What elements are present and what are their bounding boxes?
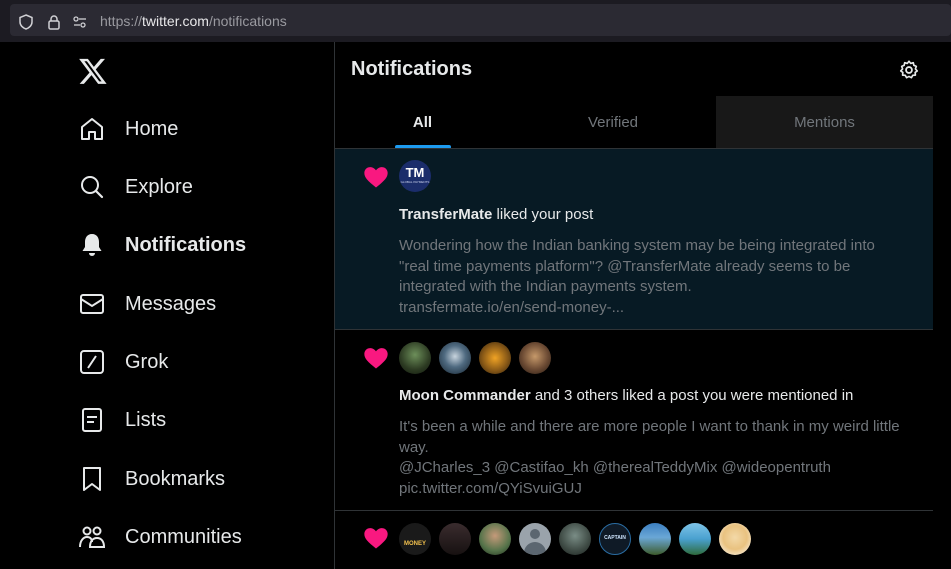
- envelope-icon: [80, 294, 104, 314]
- heart-icon: [364, 528, 388, 549]
- sidebar-item-grok[interactable]: Grok: [78, 342, 168, 382]
- avatar-row: [399, 342, 559, 374]
- avatar[interactable]: [479, 342, 511, 374]
- avatar-label: TM: [405, 165, 425, 180]
- notification-item[interactable]: Moon Commander and 3 others liked a post…: [335, 330, 933, 511]
- scrollbar-track[interactable]: [934, 42, 951, 569]
- avatar[interactable]: MONEY: [399, 523, 431, 555]
- post-line: Wondering how the Indian banking system …: [399, 237, 875, 254]
- sidebar-item-communities[interactable]: Communities: [78, 517, 242, 557]
- tab-mentions[interactable]: Mentions: [716, 96, 933, 149]
- x-logo-icon[interactable]: [78, 56, 108, 86]
- avatar[interactable]: [719, 523, 751, 555]
- page-title: Notifications: [351, 58, 473, 80]
- heart-icon: [364, 348, 388, 369]
- avatar-label: CAPTAIN: [604, 535, 626, 541]
- post-line: It's been a while and there are more peo…: [399, 418, 900, 435]
- avatar[interactable]: [679, 523, 711, 555]
- sidebar-item-notifications[interactable]: Notifications: [78, 225, 246, 265]
- avatar[interactable]: TM GLOBAL PAYMENTS: [399, 160, 431, 192]
- gear-icon[interactable]: [898, 59, 920, 81]
- post-link[interactable]: transfermate.io/en/send-money-...: [399, 298, 924, 319]
- notification-tabs: All Verified Mentions: [335, 96, 933, 149]
- sidebar-item-label: Lists: [125, 408, 167, 431]
- notification-item[interactable]: MONEY CAPTAIN: [335, 511, 933, 569]
- post-line: "real time payments platform"? @Transfer…: [399, 257, 851, 275]
- sidebar-item-lists[interactable]: Lists: [78, 400, 166, 440]
- url-host: twitter.com: [142, 13, 209, 29]
- avatar[interactable]: [519, 342, 551, 374]
- default-avatar-head: [530, 529, 540, 539]
- post-mentions[interactable]: @JCharles_3 @Castifao_kh @therealTeddyMi…: [399, 458, 924, 479]
- url-path: /notifications: [208, 13, 287, 29]
- default-avatar-body: [524, 542, 546, 555]
- permissions-icon[interactable]: [72, 14, 88, 30]
- avatar[interactable]: [519, 523, 551, 555]
- tab-label: Mentions: [794, 114, 855, 131]
- sidebar-item-label: Home: [125, 117, 179, 140]
- main-column: Notifications All Verified Mentions TM G…: [335, 42, 933, 569]
- sidebar-item-bookmarks[interactable]: Bookmarks: [78, 459, 225, 499]
- avatar[interactable]: [439, 342, 471, 374]
- sidebar-item-label: Notifications: [125, 233, 247, 256]
- notification-post-preview: It's been a while and there are more peo…: [399, 417, 924, 499]
- tab-verified[interactable]: Verified: [510, 96, 716, 149]
- notification-post-preview: Wondering how the Indian banking system …: [399, 236, 924, 318]
- bookmark-icon: [83, 467, 101, 491]
- avatar-row: TM GLOBAL PAYMENTS: [399, 160, 439, 192]
- sidebar-item-label: Explore: [125, 175, 193, 198]
- browser-toolbar: https://twitter.com/notifications: [0, 0, 951, 42]
- sidebar-item-explore[interactable]: Explore: [78, 167, 193, 207]
- actor-name[interactable]: Moon Commander: [399, 387, 531, 404]
- notification-headline: Moon Commander and 3 others liked a post…: [399, 386, 924, 406]
- shield-icon[interactable]: [18, 14, 34, 30]
- sidebar: Home Explore Notifications Messages Grok: [0, 42, 334, 569]
- sidebar-item-messages[interactable]: Messages: [78, 284, 216, 324]
- post-line: way.: [399, 438, 429, 456]
- heart-icon: [364, 167, 388, 188]
- post-line: integrated with the Indian payments syst…: [399, 278, 692, 295]
- avatar[interactable]: [639, 523, 671, 555]
- people-icon: [79, 526, 106, 548]
- tab-label: Verified: [587, 114, 639, 131]
- avatar[interactable]: [559, 523, 591, 555]
- avatar[interactable]: [399, 342, 431, 374]
- grok-icon: [80, 350, 104, 374]
- url-text[interactable]: https://twitter.com/notifications: [100, 13, 287, 29]
- tab-all[interactable]: All: [335, 96, 510, 149]
- post-link[interactable]: pic.twitter.com/QYiSvuiGUJ: [399, 479, 924, 500]
- avatar-sublabel: GLOBAL PAYMENTS: [400, 180, 430, 184]
- avatar[interactable]: [439, 523, 471, 555]
- sidebar-item-home[interactable]: Home: [78, 109, 178, 149]
- notification-action: and 3 others liked a post you were menti…: [530, 387, 854, 404]
- avatar[interactable]: [479, 523, 511, 555]
- avatar-label: MONEY: [403, 541, 426, 547]
- tab-label: All: [412, 114, 433, 131]
- sidebar-item-label: Communities: [125, 525, 242, 548]
- notification-item[interactable]: TM GLOBAL PAYMENTS TransferMate liked yo…: [335, 149, 933, 330]
- bell-icon: [82, 234, 102, 256]
- avatar[interactable]: CAPTAIN: [599, 523, 631, 555]
- sidebar-item-label: Bookmarks: [125, 467, 226, 490]
- notification-headline: TransferMate liked your post: [399, 205, 924, 225]
- sidebar-item-label: Messages: [125, 292, 217, 315]
- avatar-row: MONEY CAPTAIN: [399, 523, 759, 555]
- url-prefix: https://: [100, 13, 143, 29]
- actor-name[interactable]: TransferMate: [399, 206, 492, 223]
- list-icon: [82, 408, 102, 432]
- address-bar[interactable]: https://twitter.com/notifications: [10, 4, 951, 36]
- home-icon: [81, 118, 103, 140]
- lock-icon[interactable]: [46, 14, 62, 30]
- notification-action: liked your post: [492, 206, 594, 223]
- sidebar-item-label: Grok: [125, 350, 169, 373]
- search-icon: [81, 176, 104, 199]
